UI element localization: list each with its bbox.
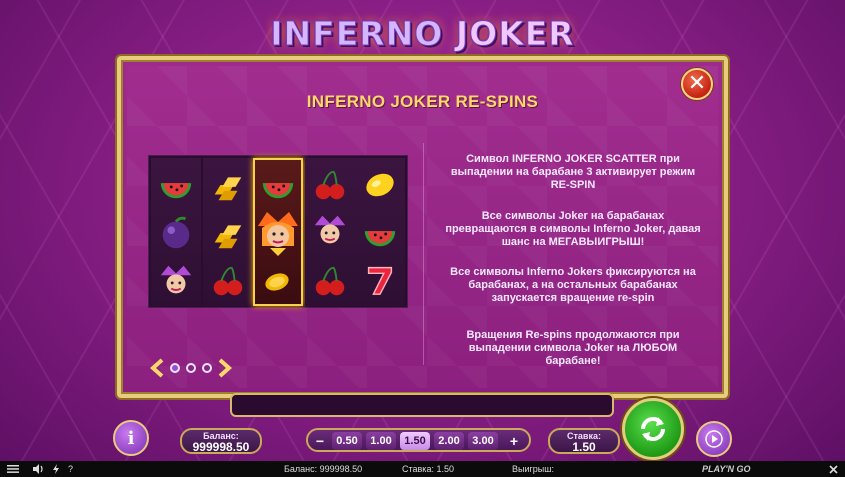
inferno-joker-icon [258, 212, 298, 256]
rule-text-3: Все символы Inferno Jokers фиксируются н… [450, 266, 696, 304]
cherries-icon [315, 266, 345, 296]
game-logo: INFERNO JOKER [270, 14, 575, 54]
increase-bet-button[interactable]: + [506, 432, 522, 450]
speaker-icon[interactable] [32, 464, 44, 474]
status-balance: Баланс: 999998.50 [284, 464, 363, 474]
gold-coin-icon [265, 273, 289, 291]
reel-2 [203, 158, 253, 306]
paytable-title: INFERNO JOKER RE-SPINS [306, 92, 539, 111]
next-page-arrow-icon[interactable] [218, 358, 232, 378]
previous-page-arrow-icon[interactable] [150, 358, 164, 378]
gold-bars-icon [214, 225, 242, 249]
reel-3-highlighted [253, 158, 303, 306]
info-button[interactable]: i [113, 420, 149, 456]
bet-option-2-00[interactable]: 2.00 [434, 432, 464, 450]
lemon-icon [366, 173, 394, 197]
decrease-bet-button[interactable]: − [312, 432, 328, 450]
bet-selector: − 0.50 1.00 1.50 2.00 3.00 + [306, 428, 531, 452]
bet-option-3-00[interactable]: 3.00 [468, 432, 498, 450]
watermelon-icon [160, 183, 192, 199]
status-bar: ? Баланс: 999998.50 Ставка: 1.50 Выигрыш… [0, 461, 845, 477]
spin-arrows-icon [641, 417, 665, 441]
stake-value: 1.50 [572, 440, 596, 454]
cherries-icon [315, 170, 345, 200]
bet-option-1-50-selected[interactable]: 1.50 [400, 432, 430, 450]
page-dot-3[interactable] [202, 363, 212, 373]
page-dot-2[interactable] [186, 363, 196, 373]
status-stake: Ставка: 1.50 [402, 464, 454, 474]
bet-option-1-00[interactable]: 1.00 [366, 432, 396, 450]
rule-text-4: Вращения Re-spins продолжаются при выпад… [466, 329, 680, 367]
balance-display: Баланс: 999998.50 [180, 428, 262, 454]
balance-value: 999998.50 [192, 440, 250, 454]
provider-logo: PLAY'N GO [702, 464, 751, 474]
panel-divider [423, 143, 424, 365]
paytable-pager [150, 358, 232, 378]
status-win: Выигрыш: [512, 464, 554, 474]
purple-joker-icon [160, 265, 192, 294]
autoplay-button[interactable] [696, 421, 732, 457]
cherries-icon [213, 266, 243, 296]
reel-4 [305, 158, 355, 306]
rule-text-1: Символ INFERNO JOKER SCATTER при выпаден… [450, 153, 696, 191]
seven-icon [367, 266, 393, 295]
watermelon-icon [262, 183, 294, 199]
spin-button[interactable] [622, 398, 684, 460]
hamburger-menu-icon[interactable] [7, 465, 19, 473]
rule-text-2: Все символы Joker на барабанах превращаю… [445, 210, 701, 248]
reel-5 [355, 158, 405, 306]
reel-1 [151, 158, 201, 306]
watermelon-icon [364, 231, 396, 247]
page-dot-1[interactable] [170, 363, 180, 373]
bet-option-0-50[interactable]: 0.50 [332, 432, 362, 450]
purple-joker-icon [314, 215, 346, 244]
message-bar [230, 393, 614, 417]
info-icon: i [127, 427, 135, 449]
help-link[interactable]: ? [68, 461, 73, 477]
stake-display: Ставка: 1.50 [548, 428, 620, 454]
play-icon [705, 430, 723, 448]
lightning-icon[interactable] [52, 464, 60, 474]
close-x-icon[interactable] [829, 465, 838, 474]
plum-icon [162, 216, 190, 249]
reels-preview [148, 155, 408, 308]
gold-bars-icon [214, 177, 242, 201]
